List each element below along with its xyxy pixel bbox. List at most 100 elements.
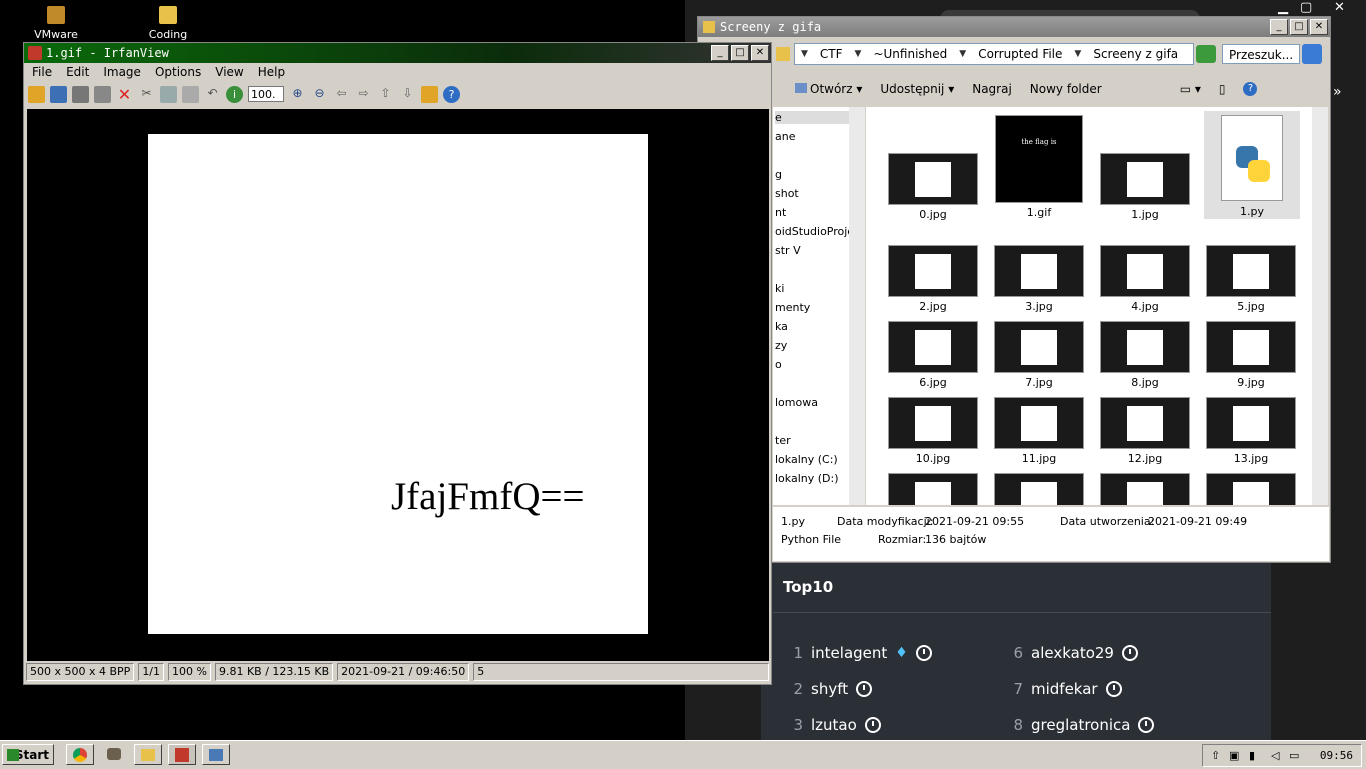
nav-item[interactable]: o — [775, 358, 782, 371]
first-icon[interactable]: ⇧ — [377, 86, 394, 103]
file-item[interactable]: 4.jpg — [1100, 245, 1190, 313]
zoom-in-icon[interactable]: ⊕ — [289, 86, 306, 103]
copy-icon[interactable] — [160, 85, 177, 103]
nav-item[interactable]: nt — [775, 206, 786, 219]
rank-name[interactable]: intelagent — [811, 644, 887, 662]
next-icon[interactable]: ⇨ — [355, 86, 372, 103]
share-button[interactable]: Udostępnij ▾ — [880, 82, 954, 96]
file-item[interactable] — [1206, 473, 1296, 505]
menu-file[interactable]: File — [32, 63, 52, 81]
irfanview-taskbar-button[interactable] — [168, 744, 196, 765]
nav-item[interactable]: zy — [775, 339, 787, 352]
refresh-button[interactable] — [1196, 45, 1216, 63]
undo-icon[interactable]: ↶ — [204, 86, 221, 103]
zoom-out-icon[interactable]: ⊖ — [311, 86, 328, 103]
nav-item[interactable]: lomowa — [775, 396, 818, 409]
file-item[interactable]: 11.jpg — [994, 397, 1084, 465]
file-item[interactable]: 13.jpg — [1206, 397, 1296, 465]
preview-pane-icon[interactable]: ▯ — [1219, 82, 1226, 96]
file-item[interactable]: 1.jpg — [1100, 153, 1190, 221]
nav-item[interactable]: ane — [775, 130, 795, 143]
save-icon[interactable] — [72, 85, 89, 103]
breadcrumb-item[interactable]: Screeny z gifa — [1093, 47, 1178, 61]
browser-minimize-button[interactable]: ▁ — [1278, 0, 1288, 15]
nav-item[interactable]: shot — [775, 187, 799, 200]
image-viewer[interactable]: JfajFmfQ== — [27, 109, 769, 661]
menu-image[interactable]: Image — [103, 63, 141, 81]
menu-view[interactable]: View — [215, 63, 243, 81]
minimize-button[interactable]: _ — [711, 45, 729, 61]
address-bar[interactable]: ▼ CTF ▼ ~Unfinished ▼ Corrupted File ▼ S… — [794, 43, 1194, 65]
remote-desktop-taskbar-button[interactable] — [202, 744, 230, 765]
slideshow-icon[interactable] — [50, 85, 67, 103]
file-item[interactable] — [1100, 473, 1190, 505]
maximize-button[interactable]: □ — [731, 45, 749, 61]
file-item[interactable]: 3.jpg — [994, 245, 1084, 313]
nav-scrollbar[interactable] — [849, 107, 865, 505]
chevron-right-icon[interactable]: » — [1333, 84, 1342, 100]
network-icon[interactable]: ▣ — [1229, 745, 1239, 766]
nav-item[interactable]: oidStudioProjec — [775, 225, 851, 238]
file-item[interactable]: 12.jpg — [1100, 397, 1190, 465]
file-item[interactable]: the flag is 1.gif — [994, 115, 1084, 219]
file-item[interactable]: 8.jpg — [1100, 321, 1190, 389]
start-button[interactable]: Start — [2, 744, 54, 765]
file-item[interactable]: 7.jpg — [994, 321, 1084, 389]
nav-item[interactable]: lokalny (C:) — [775, 453, 838, 466]
chevron-down-icon[interactable]: ▼ — [855, 49, 862, 59]
clock[interactable]: 09:56 — [1320, 745, 1353, 766]
chevron-down-icon[interactable]: ▼ — [959, 49, 966, 59]
chevron-down-icon[interactable]: ▼ — [1074, 49, 1081, 59]
delete-icon[interactable]: ✕ — [116, 86, 133, 103]
previous-icon[interactable]: ⇦ — [333, 86, 350, 103]
file-item[interactable]: 2.jpg — [888, 245, 978, 313]
search-input[interactable]: Przeszuk... — [1222, 44, 1300, 64]
breadcrumb-item[interactable]: ~Unfinished — [873, 47, 947, 61]
menu-help[interactable]: Help — [258, 63, 285, 81]
display-icon[interactable]: ▭ — [1289, 745, 1299, 766]
maximize-button[interactable]: □ — [1290, 19, 1308, 35]
nav-item[interactable]: str V — [775, 244, 801, 257]
browser-close-button[interactable]: ✕ — [1334, 0, 1345, 15]
cut-icon[interactable]: ✂ — [138, 86, 155, 103]
nav-item[interactable]: e — [775, 111, 851, 124]
explorer-title-bar[interactable]: Screeny z gifa _ □ ✕ — [698, 17, 1330, 37]
burn-button[interactable]: Nagraj — [972, 82, 1012, 96]
volume-icon[interactable]: ◁ — [1271, 745, 1279, 766]
chrome-taskbar-button[interactable] — [66, 744, 94, 765]
file-item[interactable]: 6.jpg — [888, 321, 978, 389]
nav-item[interactable]: menty — [775, 301, 810, 314]
nav-item[interactable]: g — [775, 168, 782, 181]
print-icon[interactable] — [94, 85, 111, 103]
minimize-button[interactable]: _ — [1270, 19, 1288, 35]
close-button[interactable]: ✕ — [751, 45, 769, 61]
file-item[interactable] — [888, 473, 978, 505]
file-item[interactable]: 0.jpg — [888, 153, 978, 221]
rank-name[interactable]: alexkato29 — [1031, 644, 1114, 662]
nav-item[interactable]: ka — [775, 320, 788, 333]
nav-item[interactable]: ki — [775, 282, 784, 295]
file-item[interactable]: 5.jpg — [1206, 245, 1296, 313]
file-item[interactable] — [994, 473, 1084, 505]
nav-item[interactable]: lokalny (D:) — [775, 472, 839, 485]
file-item[interactable]: 9.jpg — [1206, 321, 1296, 389]
rank-name[interactable]: lzutao — [811, 716, 857, 734]
nav-item[interactable]: ter — [775, 434, 791, 447]
tray-expand-icon[interactable]: ⇧ — [1211, 745, 1220, 766]
paste-icon[interactable] — [182, 85, 199, 103]
breadcrumb-item[interactable]: CTF — [820, 47, 843, 61]
gimp-taskbar-button[interactable] — [100, 744, 128, 765]
rank-name[interactable]: shyft — [811, 680, 848, 698]
new-folder-button[interactable]: Nowy folder — [1030, 82, 1102, 96]
open-button[interactable]: Otwórz ▾ — [795, 82, 862, 96]
help-icon[interactable]: ? — [1243, 82, 1258, 96]
file-item-selected[interactable]: 1.py — [1204, 111, 1300, 219]
irfanview-title-bar[interactable]: 1.gif - IrfanView _ □ ✕ — [24, 43, 771, 63]
search-icon[interactable] — [1302, 44, 1322, 64]
browser-maximize-button[interactable]: ▢ — [1300, 0, 1312, 15]
menu-options[interactable]: Options — [155, 63, 201, 81]
desktop-icon-coding[interactable]: Coding — [140, 4, 196, 41]
breadcrumb-item[interactable]: Corrupted File — [978, 47, 1062, 61]
zoom-select[interactable]: 100. — [248, 86, 284, 102]
file-scrollbar[interactable] — [1312, 107, 1328, 505]
